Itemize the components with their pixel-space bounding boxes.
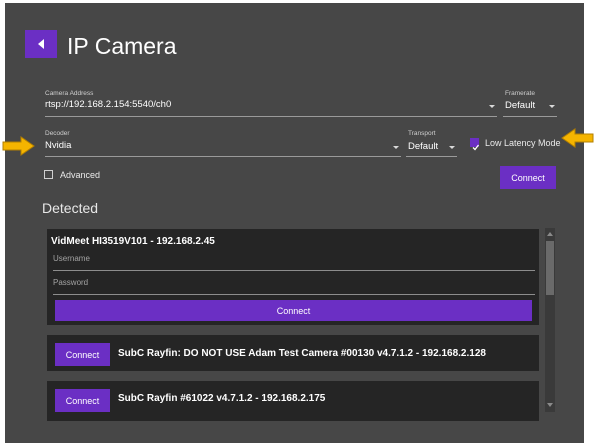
checkbox-icon <box>472 144 480 151</box>
decoder-underline <box>45 156 401 157</box>
dropdown-caret-icon[interactable] <box>393 146 399 149</box>
annotation-arrow-icon <box>561 128 594 148</box>
low-latency-checkbox[interactable] <box>470 138 480 151</box>
device-connect-button[interactable]: Connect <box>55 343 110 366</box>
username-underline <box>53 270 535 271</box>
connect-button[interactable]: Connect <box>500 166 556 189</box>
detected-list: VidMeet HI3519V101 - 192.168.2.45 Userna… <box>47 229 543 443</box>
device-card: Connect SubC Rayfin: DO NOT USE Adam Tes… <box>47 335 539 371</box>
username-input[interactable]: Username <box>53 254 90 263</box>
advanced-checkbox[interactable] <box>44 170 53 179</box>
transport-underline <box>406 156 457 157</box>
detected-scrollbar[interactable] <box>545 228 555 412</box>
device-connect-button[interactable]: Connect <box>55 389 110 412</box>
annotation-arrow-icon <box>2 136 35 156</box>
dropdown-caret-icon[interactable] <box>489 105 495 108</box>
dropdown-caret-icon[interactable] <box>449 146 455 149</box>
scroll-down-icon[interactable] <box>545 400 555 410</box>
password-underline <box>53 294 535 295</box>
framerate-label: Framerate <box>505 90 535 97</box>
scroll-thumb[interactable] <box>546 241 554 295</box>
ip-camera-window: IP Camera Camera Address rtsp://192.168.… <box>5 3 584 443</box>
back-arrow-icon <box>38 39 44 49</box>
device-connect-button[interactable]: Connect <box>55 300 532 321</box>
decoder-label: Decoder <box>45 130 70 137</box>
page-title: IP Camera <box>67 33 177 59</box>
transport-select[interactable]: Default <box>408 141 438 152</box>
scroll-up-icon[interactable] <box>545 229 555 239</box>
decoder-select[interactable]: Nvidia <box>45 140 71 151</box>
password-input[interactable]: Password <box>53 278 88 287</box>
camera-address-underline <box>45 116 497 117</box>
device-name: VidMeet HI3519V101 - 192.168.2.45 <box>51 236 215 247</box>
camera-address-input[interactable]: rtsp://192.168.2.154:5540/ch0 <box>45 99 171 110</box>
camera-address-label: Camera Address <box>45 90 94 97</box>
device-card: Connect SubC Rayfin #61022 v4.7.1.2 - 19… <box>47 381 539 421</box>
dropdown-caret-icon[interactable] <box>549 105 555 108</box>
device-name: SubC Rayfin #61022 v4.7.1.2 - 192.168.2.… <box>118 393 326 404</box>
framerate-underline <box>503 116 557 117</box>
device-card-expanded: VidMeet HI3519V101 - 192.168.2.45 Userna… <box>47 229 539 325</box>
back-button[interactable] <box>25 30 57 58</box>
transport-label: Transport <box>408 130 436 137</box>
low-latency-label: Low Latency Mode <box>485 138 561 148</box>
advanced-label: Advanced <box>60 170 101 180</box>
framerate-select[interactable]: Default <box>505 100 535 111</box>
device-name: SubC Rayfin: DO NOT USE Adam Test Camera… <box>118 348 486 359</box>
detected-title: Detected <box>42 200 99 216</box>
